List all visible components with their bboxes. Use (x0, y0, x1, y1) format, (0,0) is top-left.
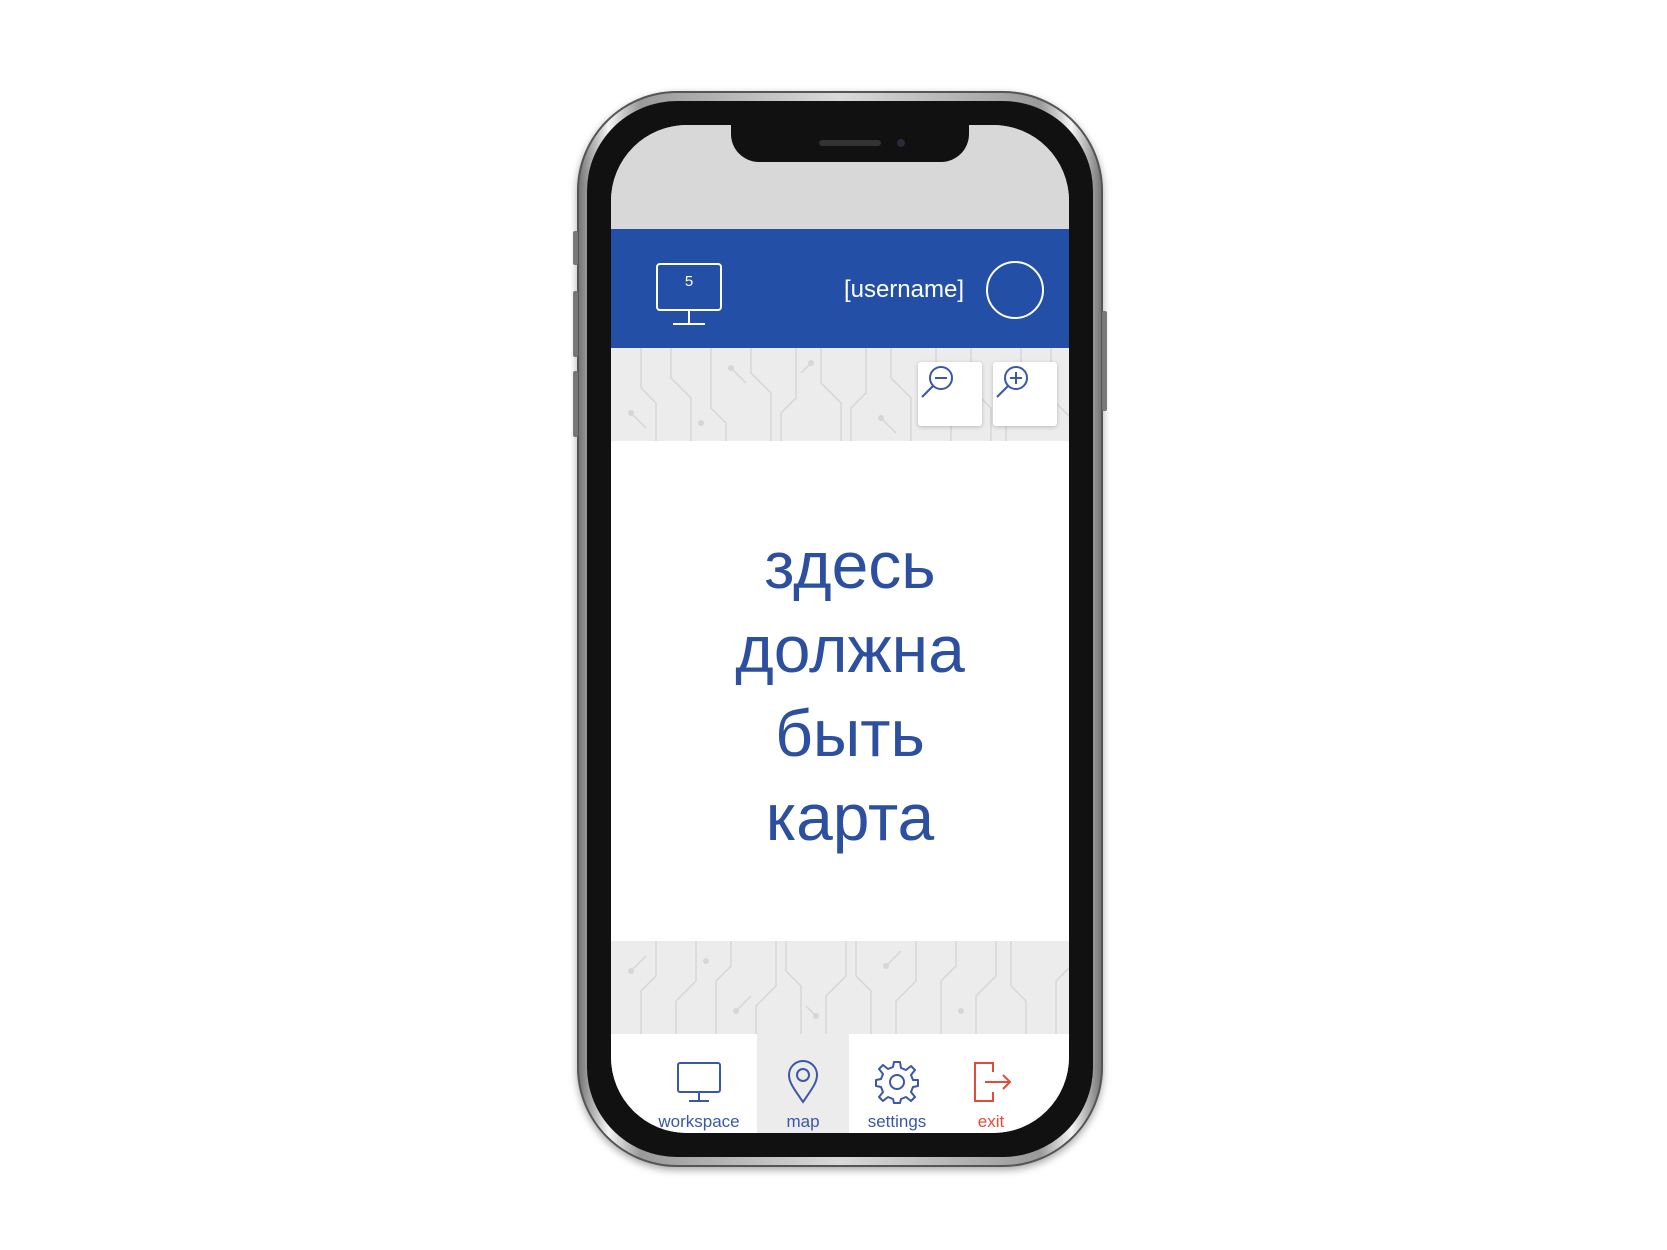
map-placeholder-line: карта (765, 780, 935, 854)
mute-switch (573, 231, 578, 265)
nav-label-map: map (786, 1112, 820, 1131)
map-placeholder-line: здесь (764, 528, 936, 602)
map-placeholder-line: быть (775, 696, 925, 770)
speaker (819, 140, 881, 146)
nav-label-exit: exit (977, 1112, 1005, 1131)
circuit-band-bottom (611, 941, 1069, 1034)
nav-label-settings: settings (867, 1112, 927, 1131)
circuit-band-top (611, 348, 1069, 441)
phone-frame: 5 [username] здесь должна быть карта wor… (573, 91, 1107, 1167)
nav-item-exit[interactable]: exit (945, 1034, 1037, 1133)
power-button (1102, 311, 1107, 411)
workspace-badge[interactable]: 5 (655, 262, 723, 330)
map-pin-icon (757, 1060, 849, 1104)
front-camera (897, 139, 905, 147)
volume-down-button (573, 371, 578, 437)
nav-item-settings[interactable]: settings (851, 1034, 943, 1133)
app-header: 5 [username] (611, 229, 1069, 348)
phone-bezel: 5 [username] здесь должна быть карта wor… (587, 101, 1093, 1157)
workspace-count: 5 (684, 273, 694, 290)
map-placeholder-text: здесь должна быть карта (735, 523, 965, 859)
phone-screen: 5 [username] здесь должна быть карта wor… (611, 125, 1069, 1133)
nav-item-workspace[interactable]: workspace (653, 1034, 745, 1133)
zoom-out-icon (921, 366, 953, 398)
avatar[interactable] (986, 261, 1044, 319)
notch (731, 125, 969, 162)
zoom-in-button[interactable] (993, 362, 1057, 426)
stage: 5 [username] здесь должна быть карта wor… (0, 0, 1667, 1250)
circuit-pattern (628, 941, 1069, 1034)
map-placeholder-line: должна (735, 612, 965, 686)
zoom-in-icon (996, 366, 1028, 398)
username-label: [username] (843, 276, 964, 303)
gear-icon (851, 1060, 943, 1104)
nav-label-workspace: workspace (658, 1112, 740, 1131)
map-area[interactable]: здесь должна быть карта (611, 441, 1069, 941)
monitor-icon (653, 1060, 745, 1104)
nav-item-map[interactable]: map (757, 1034, 849, 1133)
volume-up-button (573, 291, 578, 357)
exit-icon (945, 1060, 1037, 1104)
zoom-out-button[interactable] (918, 362, 982, 426)
bottom-nav: workspace map settings exit (611, 1034, 1069, 1133)
